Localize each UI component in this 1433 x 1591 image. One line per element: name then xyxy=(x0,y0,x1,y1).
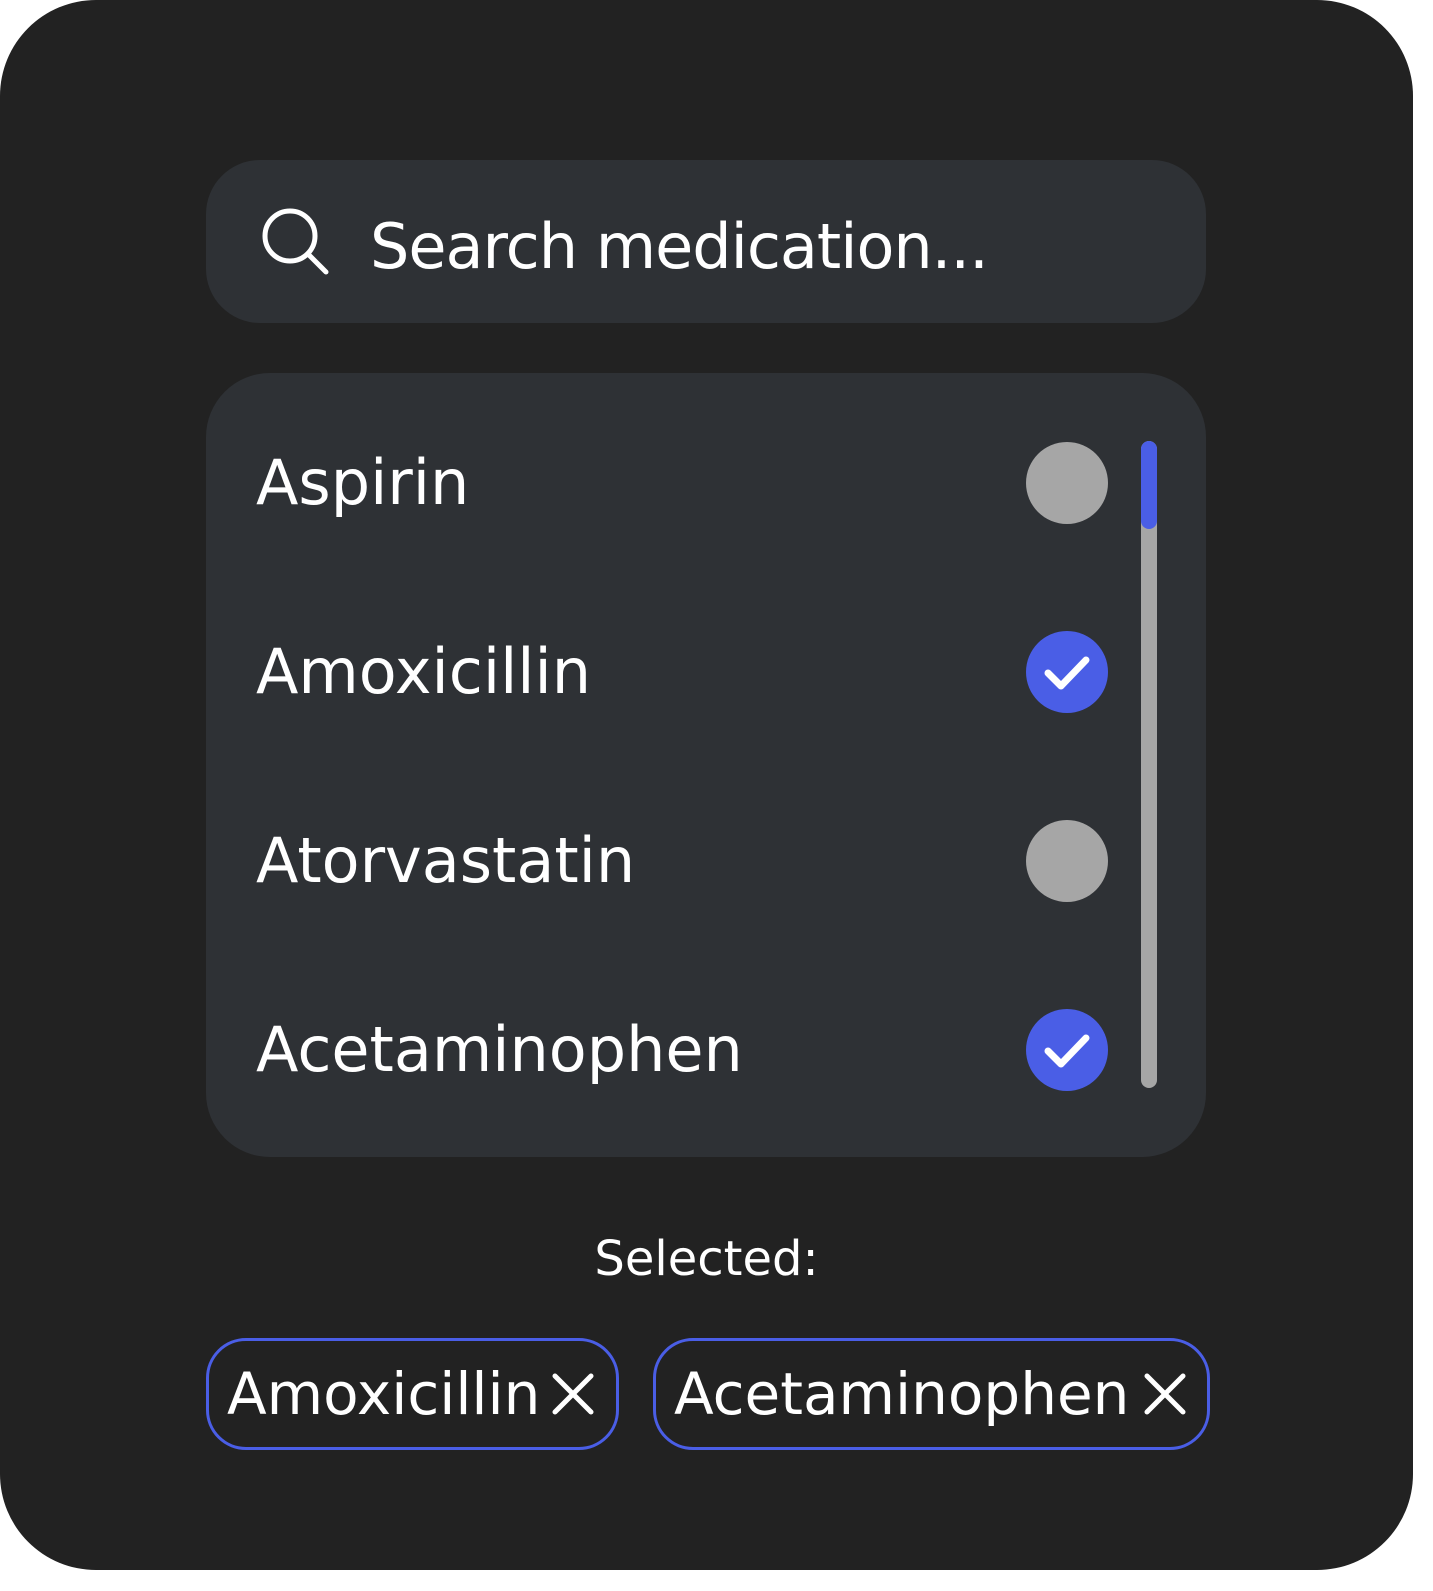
scrollbar-thumb[interactable] xyxy=(1141,441,1157,529)
chip-label: Acetaminophen xyxy=(674,1360,1130,1428)
list-item-label: Aspirin xyxy=(256,446,470,519)
selected-chip-amoxicillin: Amoxicillin xyxy=(206,1338,619,1450)
list-item-acetaminophen[interactable]: Acetaminophen xyxy=(206,980,1108,1120)
selected-chip-acetaminophen: Acetaminophen xyxy=(653,1338,1210,1450)
checkmark-icon[interactable] xyxy=(1026,1009,1108,1091)
scrollbar[interactable] xyxy=(1141,441,1157,1088)
close-icon[interactable] xyxy=(547,1368,599,1420)
chip-label: Amoxicillin xyxy=(227,1360,541,1428)
list-item-label: Atorvastatin xyxy=(256,824,636,897)
list-item-label: Amoxicillin xyxy=(256,635,592,708)
list-item-amoxicillin[interactable]: Amoxicillin xyxy=(206,602,1108,742)
selected-heading: Selected: xyxy=(594,1231,819,1287)
unchecked-circle-icon[interactable] xyxy=(1026,442,1108,524)
list-item-aspirin[interactable]: Aspirin xyxy=(206,413,1108,553)
checkmark-icon[interactable] xyxy=(1026,631,1108,713)
unchecked-circle-icon[interactable] xyxy=(1026,820,1108,902)
list-item-label: Acetaminophen xyxy=(256,1013,743,1086)
search-icon xyxy=(262,208,329,275)
close-icon[interactable] xyxy=(1139,1368,1191,1420)
search-input[interactable] xyxy=(370,196,1150,296)
list-item-atorvastatin[interactable]: Atorvastatin xyxy=(206,791,1108,931)
